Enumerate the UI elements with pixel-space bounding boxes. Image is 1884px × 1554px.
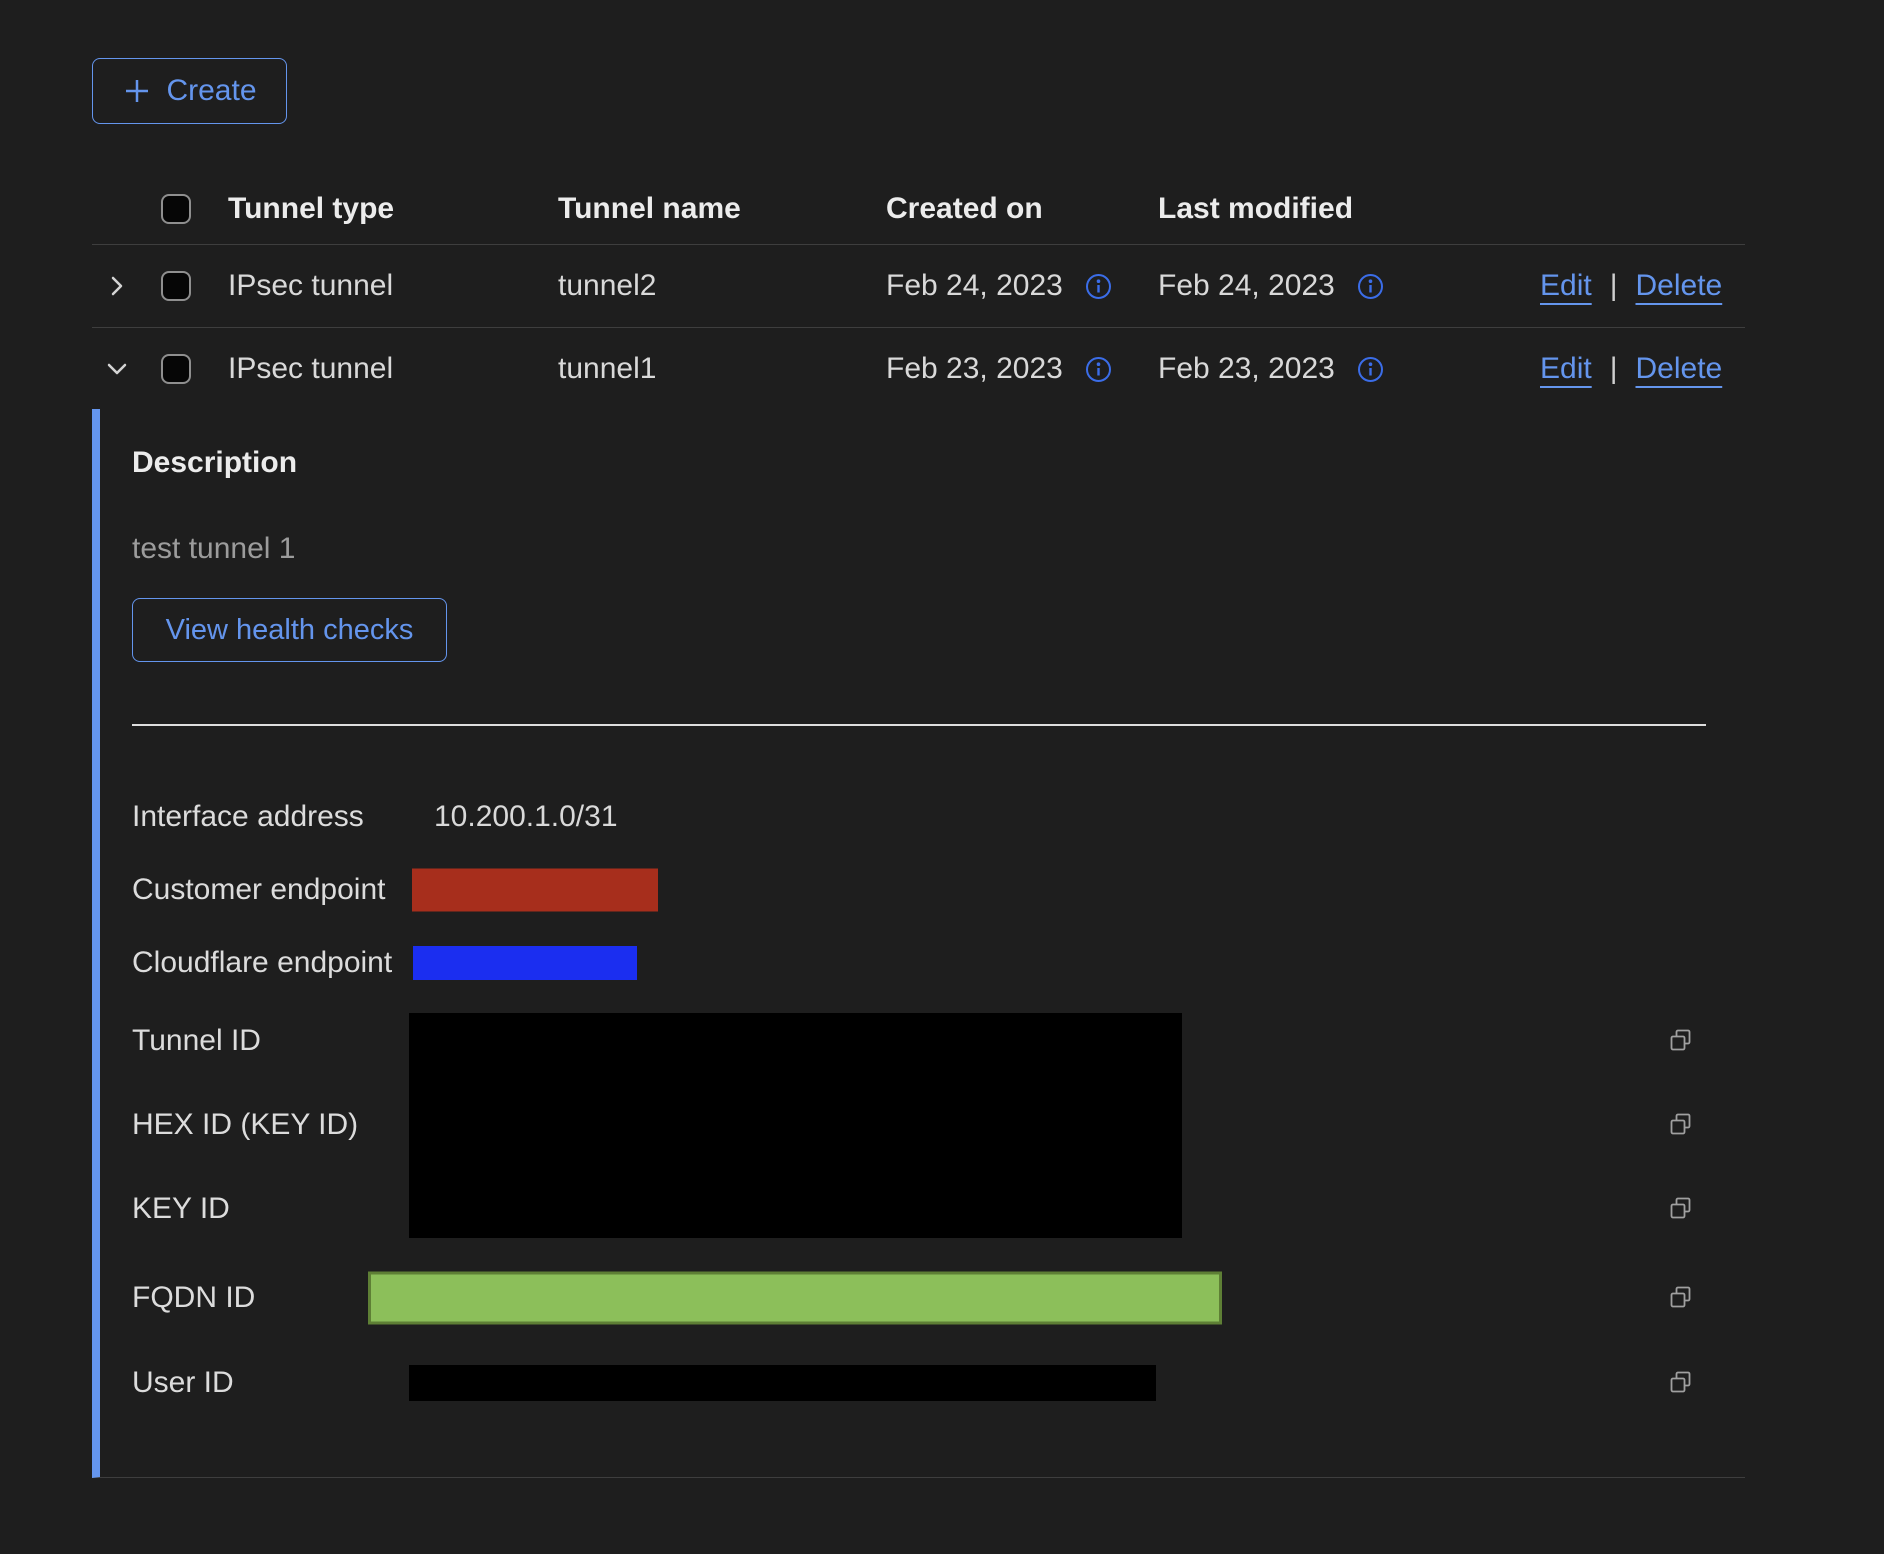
row-checkbox[interactable] — [161, 354, 191, 384]
row-checkbox[interactable] — [161, 271, 191, 301]
delete-link[interactable]: Delete — [1636, 269, 1723, 303]
chevron-down-icon[interactable] — [104, 356, 130, 382]
create-button[interactable]: Create — [92, 58, 287, 124]
field-fqdn-id: FQDN ID — [132, 1250, 1745, 1346]
create-button-label: Create — [166, 74, 256, 108]
copy-icon[interactable] — [1668, 1112, 1694, 1138]
view-health-checks-label: View health checks — [166, 614, 414, 647]
field-user-id: User ID — [132, 1346, 1745, 1419]
header-created-on: Created on — [886, 192, 1158, 226]
field-label: Customer endpoint — [132, 873, 412, 907]
action-separator: | — [1610, 269, 1618, 303]
tunnels-table: Tunnel type Tunnel name Created on Last … — [92, 174, 1745, 410]
info-icon[interactable] — [1085, 356, 1112, 383]
table-row-expanded: IPsec tunnel tunnel1 Feb 23, 2023 Feb 23… — [92, 328, 1745, 410]
field-id-group: Tunnel ID HEX ID (KEY ID) — [132, 999, 1745, 1250]
redacted-id-block — [409, 1013, 1182, 1238]
view-health-checks-button[interactable]: View health checks — [132, 598, 447, 662]
redacted-user-id — [409, 1365, 1156, 1401]
tunnel-fields: Interface address 10.200.1.0/31 Customer… — [132, 780, 1745, 1419]
field-label: HEX ID (KEY ID) — [132, 1108, 358, 1142]
created-on-cell: Feb 24, 2023 — [886, 269, 1063, 303]
edit-link[interactable]: Edit — [1540, 269, 1592, 303]
info-icon[interactable] — [1085, 273, 1112, 300]
description-label: Description — [132, 445, 1745, 481]
field-interface-address: Interface address 10.200.1.0/31 — [132, 780, 1745, 853]
last-modified-cell: Feb 24, 2023 — [1158, 269, 1335, 303]
info-icon[interactable] — [1357, 356, 1384, 383]
field-label: KEY ID — [132, 1192, 412, 1226]
info-icon[interactable] — [1357, 273, 1384, 300]
delete-link[interactable]: Delete — [1636, 352, 1723, 386]
table-row: IPsec tunnel tunnel2 Feb 24, 2023 Feb 24… — [92, 245, 1745, 328]
field-label: User ID — [132, 1366, 412, 1400]
tunnel-name-cell: tunnel2 — [558, 269, 886, 303]
plus-icon — [122, 76, 152, 106]
header-tunnel-type: Tunnel type — [228, 192, 558, 226]
header-tunnel-name: Tunnel name — [558, 192, 886, 226]
redacted-fqdn-id — [368, 1272, 1222, 1325]
description-value: test tunnel 1 — [132, 531, 1745, 567]
created-on-cell: Feb 23, 2023 — [886, 352, 1063, 386]
header-last-modified: Last modified — [1158, 192, 1540, 226]
tunnel-name-cell: tunnel1 — [558, 352, 886, 386]
copy-icon[interactable] — [1668, 1370, 1694, 1396]
tunnel-detail-panel: Description test tunnel 1 View health ch… — [92, 409, 1745, 1478]
edit-link[interactable]: Edit — [1540, 352, 1592, 386]
tunnels-page: Create Tunnel type Tunnel name Created o… — [0, 0, 1884, 1554]
field-label: Cloudflare endpoint — [132, 946, 412, 980]
field-cloudflare-endpoint: Cloudflare endpoint — [132, 926, 1745, 999]
field-label: Tunnel ID — [132, 1024, 412, 1058]
interface-address-value: 10.200.1.0/31 — [412, 800, 618, 834]
redacted-cloudflare-endpoint — [413, 946, 637, 980]
select-all-checkbox[interactable] — [161, 194, 191, 224]
chevron-right-icon[interactable] — [104, 273, 130, 299]
section-divider — [132, 724, 1706, 726]
tunnel-type-cell: IPsec tunnel — [228, 352, 558, 386]
redacted-customer-endpoint — [412, 868, 658, 911]
tunnel-type-cell: IPsec tunnel — [228, 269, 558, 303]
field-label: Interface address — [132, 800, 412, 834]
action-separator: | — [1610, 352, 1618, 386]
field-customer-endpoint: Customer endpoint — [132, 853, 1745, 926]
copy-icon[interactable] — [1668, 1285, 1694, 1311]
copy-icon[interactable] — [1668, 1196, 1694, 1222]
last-modified-cell: Feb 23, 2023 — [1158, 352, 1335, 386]
table-header-row: Tunnel type Tunnel name Created on Last … — [92, 174, 1745, 245]
copy-icon[interactable] — [1668, 1028, 1694, 1054]
